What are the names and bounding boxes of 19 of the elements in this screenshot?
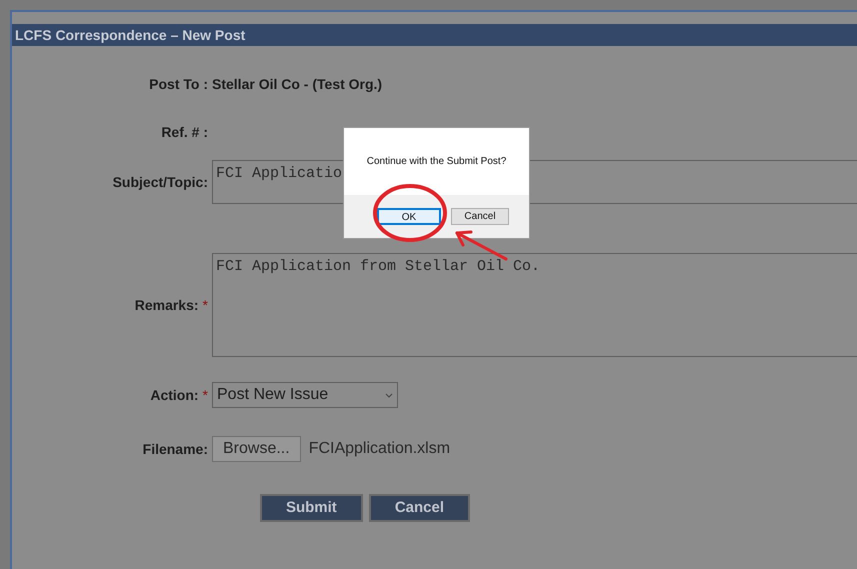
field-label: Filename: <box>142 440 208 458</box>
cancel-button[interactable]: Cancel <box>368 494 470 522</box>
remarks-field[interactable]: FCI Application from Stellar Oil Co. <box>212 253 857 357</box>
required-mark: * <box>202 386 208 404</box>
action-select[interactable]: Post New Issue <box>212 382 398 408</box>
field-label: Post To : <box>149 74 208 94</box>
submit-button[interactable]: Submit <box>260 494 363 522</box>
cancel-button[interactable]: Cancel <box>451 208 509 225</box>
window-title: LCFS Correspondence – New Post <box>12 24 857 46</box>
field-label: Subject/Topic: <box>112 172 208 192</box>
post-to-value: Stellar Oil Co - (Test Org.) <box>212 74 382 94</box>
file-name: FCIApplication.xlsm <box>308 439 450 459</box>
field-label: Action: <box>150 386 199 404</box>
field-label: Ref. # : <box>161 122 208 142</box>
chevron-down-icon <box>385 392 393 398</box>
ok-button[interactable]: OK <box>377 208 441 225</box>
field-label: Remarks: <box>134 296 199 314</box>
required-mark: * <box>202 296 208 314</box>
browse-button[interactable]: Browse... <box>212 436 301 462</box>
